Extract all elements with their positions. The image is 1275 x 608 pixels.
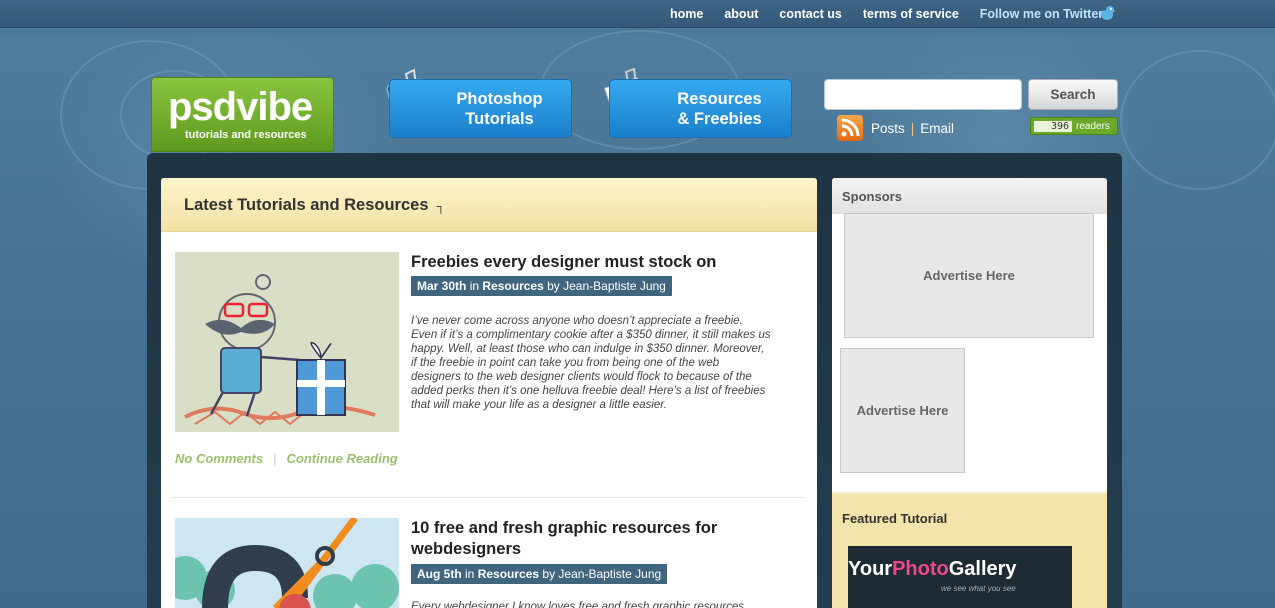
rss-feed-icon[interactable]	[837, 115, 863, 141]
logo-tagline: tutorials and resources	[185, 129, 307, 141]
post-excerpt: Every webdesigner I know loves free and …	[411, 601, 748, 608]
post-category-link[interactable]: Resources	[482, 279, 543, 293]
post-excerpt: I’ve never come across anyone who doesn’…	[411, 315, 771, 411]
feed-readers-badge[interactable]: 396 readers	[1030, 117, 1118, 135]
twitter-follow-link[interactable]: Follow me on Twitter	[980, 7, 1103, 21]
nav-contact-link[interactable]: contact us	[779, 7, 842, 21]
post-author: by Jean-Baptiste Jung	[547, 279, 666, 293]
featured-title-gallery: Gallery	[948, 558, 1017, 580]
top-bar: home about contact us terms of service F…	[0, 0, 1275, 28]
nav-terms-link[interactable]: terms of service	[863, 7, 959, 21]
post-date: Mar 30th	[417, 279, 467, 293]
post-thumbnail[interactable]	[175, 252, 399, 432]
nav-home-link[interactable]: home	[670, 7, 703, 21]
featured-title-your: Your	[848, 558, 893, 580]
post-meta-in: in	[465, 567, 475, 581]
search-button[interactable]: Search	[1028, 79, 1118, 110]
continue-reading-link[interactable]: Continue Reading	[287, 451, 398, 466]
search-input[interactable]	[824, 79, 1022, 110]
featured-heading: Featured Tutorial	[842, 511, 948, 526]
resources-freebies-button[interactable]: Resources & Freebies	[609, 79, 792, 138]
post-meta-in: in	[469, 279, 480, 293]
decorative-swirl	[1120, 50, 1275, 190]
featured-title-photo: Photo	[892, 558, 949, 580]
links-separator: |	[273, 451, 277, 466]
site-logo[interactable]: psdvibe tutorials and resources	[151, 77, 334, 152]
top-navigation: home about contact us terms of service F…	[670, 7, 1103, 21]
resources-freebies-line1: Resources	[677, 90, 762, 108]
featured-tutorial: Featured Tutorial YourPhotoGallery we se…	[832, 492, 1107, 608]
featured-tutorial-image[interactable]: YourPhotoGallery we see what you see	[848, 546, 1072, 608]
photoshop-tutorials-line2: Tutorials	[465, 110, 534, 128]
cursor-icon: ┐	[436, 198, 446, 213]
post-divider	[171, 497, 805, 498]
post-thumbnail[interactable]	[175, 518, 399, 608]
comments-link[interactable]: No Comments	[175, 451, 263, 466]
sponsors-heading: Sponsors	[832, 178, 1107, 214]
post-meta: Mar 30th in Resources by Jean-Baptiste J…	[411, 276, 672, 296]
photoshop-tutorials-button[interactable]: Photoshop Tutorials	[389, 79, 572, 138]
sidebar: Sponsors Advertise Here Advertise Here F…	[832, 178, 1107, 608]
post-category-link[interactable]: Resources	[478, 567, 539, 581]
photoshop-tutorials-line1: Photoshop	[456, 90, 543, 108]
post-links: No Comments | Continue Reading	[175, 451, 398, 466]
post-date: Aug 5th	[417, 567, 462, 581]
post-author: by Jean-Baptiste Jung	[542, 567, 662, 581]
post-meta: Aug 5th in Resources by Jean-Baptiste Ju…	[411, 564, 668, 584]
section-header: Latest Tutorials and Resources ┐	[161, 178, 817, 232]
post-title[interactable]: Freebies every designer must stock on	[411, 252, 791, 273]
logo-brand: psdvibe	[168, 85, 313, 129]
section-title: Latest Tutorials and Resources	[184, 196, 429, 214]
nav-about-link[interactable]: about	[724, 7, 758, 21]
email-subscribe-link[interactable]: Email	[920, 121, 954, 136]
main-content: Latest Tutorials and Resources ┐ Freebie…	[161, 178, 817, 608]
featured-subtitle: we see what you see	[941, 584, 1016, 593]
posts-feed-link[interactable]: Posts	[871, 121, 905, 136]
resources-freebies-line2: & Freebies	[677, 110, 762, 128]
post-title[interactable]: 10 free and fresh graphic resources for …	[411, 518, 791, 560]
subscribe-links: Posts | Email	[871, 121, 954, 136]
advertise-banner-large[interactable]: Advertise Here	[844, 213, 1094, 338]
readers-count: 396	[1034, 120, 1072, 132]
readers-label: readers	[1076, 120, 1110, 132]
advertise-banner-small[interactable]: Advertise Here	[840, 348, 965, 473]
twitter-bird-icon[interactable]	[1097, 3, 1117, 23]
subscribe-separator: |	[910, 121, 915, 136]
